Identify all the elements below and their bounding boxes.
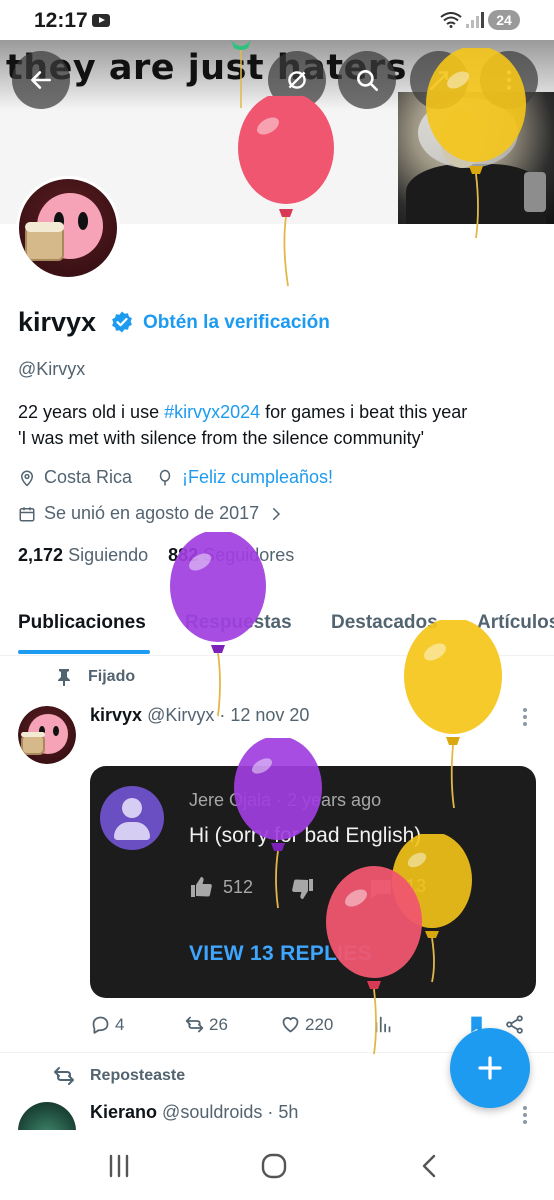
recent-apps-icon[interactable] xyxy=(104,1152,134,1180)
profile-name: kirvyx xyxy=(18,307,97,337)
profile-screen: 12:17 24 they are just haters kirvyx Obt… xyxy=(0,0,554,1200)
location-text: Costa Rica xyxy=(44,467,133,487)
birthday-text[interactable]: ¡Feliz cumpleaños! xyxy=(182,467,333,488)
active-tab-indicator xyxy=(18,650,150,654)
battery-indicator: 24 xyxy=(488,10,520,30)
signal-icon xyxy=(466,12,486,28)
joined-text: Se unió en agosto de 2017 xyxy=(44,503,260,523)
arrow-left-icon xyxy=(31,71,51,89)
commenter-avatar xyxy=(100,786,164,850)
balloon-icon xyxy=(404,620,502,809)
profile-handle: @Kirvyx xyxy=(18,359,86,379)
status-time: 12:17 xyxy=(34,9,88,32)
search-button[interactable] xyxy=(338,51,396,109)
reposted-indicator: Reposteaste xyxy=(52,1066,185,1086)
get-verified-link[interactable]: Obtén la verificación xyxy=(143,312,330,334)
balloon-icon xyxy=(326,866,422,1055)
search-icon xyxy=(357,70,379,92)
location-pin-icon xyxy=(20,470,34,487)
post-author-name[interactable]: kirvyx xyxy=(90,705,142,725)
post-author-avatar[interactable] xyxy=(18,706,76,764)
balloon-icon xyxy=(159,469,171,485)
post-more-icon[interactable] xyxy=(522,708,528,728)
reposted-label: Reposteaste xyxy=(90,1067,186,1084)
post-more-icon[interactable] xyxy=(522,1106,528,1126)
eye-off-icon xyxy=(288,71,306,89)
repost-count: 26 xyxy=(209,1014,228,1034)
heart-icon xyxy=(282,1017,299,1033)
balloon-icon xyxy=(170,532,266,717)
birthday-row[interactable]: ¡Feliz cumpleaños! xyxy=(156,467,333,488)
following-label: Siguiendo xyxy=(68,545,149,565)
joined-row[interactable]: Se unió en agosto de 2017 xyxy=(18,503,293,524)
balloon-icon xyxy=(234,738,322,909)
tab-posts[interactable]: Publicaciones xyxy=(18,612,146,634)
bio-text: for games i beat this year xyxy=(260,402,468,422)
profile-avatar[interactable] xyxy=(16,176,120,280)
home-icon[interactable] xyxy=(259,1152,289,1180)
following-link[interactable]: 2,172 Siguiendo xyxy=(18,545,148,565)
plus-icon xyxy=(478,1056,502,1080)
balloon-icon xyxy=(426,48,526,239)
balloon-icon xyxy=(238,96,334,287)
back-button[interactable] xyxy=(12,51,70,109)
repost-icon xyxy=(185,1016,204,1033)
chevron-right-icon xyxy=(273,507,281,520)
calendar-icon xyxy=(19,506,35,521)
post-header: Kierano @souldroids · 5h xyxy=(90,1102,298,1123)
thumbs-up-icon xyxy=(191,877,212,897)
repost-button[interactable]: 26 xyxy=(184,1014,228,1035)
compose-button[interactable] xyxy=(450,1028,530,1108)
post-handle-time: @souldroids · 5h xyxy=(162,1102,299,1122)
pinned-indicator: Fijado xyxy=(56,668,135,686)
back-nav-icon[interactable] xyxy=(415,1152,445,1180)
status-bar: 12:17 24 xyxy=(0,0,554,40)
repost-icon xyxy=(54,1067,74,1085)
verified-badge-icon[interactable] xyxy=(110,310,134,334)
pinned-label: Fijado xyxy=(88,668,136,685)
post-author-name[interactable]: Kierano xyxy=(90,1102,157,1122)
system-navigation-bar xyxy=(0,1130,554,1200)
following-count: 2,172 xyxy=(18,545,64,565)
reply-count: 4 xyxy=(115,1014,125,1034)
wifi-icon xyxy=(440,12,462,32)
bio-quote: 'I was met with silence from the silence… xyxy=(18,428,425,448)
reply-button[interactable]: 4 xyxy=(90,1014,124,1035)
location-row: Costa Rica xyxy=(18,467,132,488)
bio-text: 22 years old i use xyxy=(18,402,165,422)
profile-bio: 22 years old i use #kirvyx2024 for games… xyxy=(18,399,548,451)
bio-hashtag-link[interactable]: #kirvyx2024 xyxy=(164,402,260,422)
pin-icon xyxy=(58,669,70,686)
youtube-notification-icon xyxy=(92,14,110,27)
reply-icon xyxy=(92,1016,109,1034)
